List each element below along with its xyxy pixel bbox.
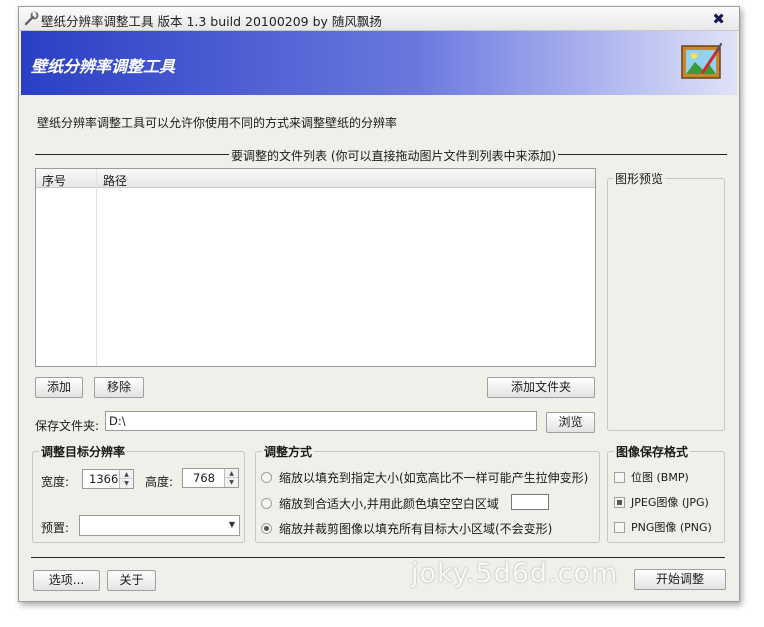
preview-panel <box>607 178 725 431</box>
header-banner: 壁纸分辨率调整工具 <box>21 31 737 95</box>
width-stepper-arrows[interactable]: ▲ ▼ <box>119 470 133 488</box>
remove-button[interactable]: 移除 <box>94 377 144 398</box>
height-stepper[interactable]: 768 ▲ ▼ <box>182 468 239 488</box>
checkbox-jpg[interactable] <box>614 497 625 508</box>
radio-stretch[interactable] <box>261 472 272 483</box>
paint-picture-icon <box>681 42 723 82</box>
banner-title: 壁纸分辨率调整工具 <box>31 57 176 76</box>
save-folder-label: 保存文件夹: <box>35 419 100 433</box>
options-button[interactable]: 选项... <box>33 570 100 591</box>
height-value: 768 <box>193 471 215 485</box>
down-arrow-icon[interactable]: ▼ <box>120 479 133 488</box>
height-stepper-arrows[interactable]: ▲ ▼ <box>224 469 238 487</box>
preset-select[interactable]: ▼ <box>79 515 240 536</box>
add-button[interactable]: 添加 <box>35 377 83 398</box>
file-list[interactable]: 序号 路径 <box>35 168 596 367</box>
add-folder-button[interactable]: 添加文件夹 <box>487 377 595 398</box>
chevron-down-icon[interactable]: ▼ <box>229 520 235 529</box>
radio-crop-label[interactable]: 缩放并裁剪图像以填充所有目标大小区域(不会变形) <box>279 520 552 537</box>
close-icon[interactable]: ✖ <box>712 10 725 28</box>
watermark-text: joky.5d6d.com <box>411 558 619 589</box>
up-arrow-icon[interactable]: ▲ <box>225 469 238 478</box>
browse-button[interactable]: 浏览 <box>546 412 595 433</box>
save-format-label: 图像保存格式 <box>614 443 691 460</box>
description-text: 壁纸分辨率调整工具可以允许你使用不同的方式来调整壁纸的分辨率 <box>37 116 398 130</box>
width-value: 1366 <box>89 472 119 486</box>
about-button[interactable]: 关于 <box>107 570 156 591</box>
fill-color-swatch[interactable] <box>511 494 549 510</box>
footer-divider <box>31 557 725 558</box>
column-header-path[interactable]: 路径 <box>103 172 127 189</box>
preview-label: 图形预览 <box>613 170 666 187</box>
down-arrow-icon[interactable]: ▼ <box>225 478 238 487</box>
radio-stretch-label[interactable]: 缩放以填充到指定大小(如宽高比不一样可能产生拉伸变形) <box>279 469 588 486</box>
file-list-section-label: 要调整的文件列表 (你可以直接拖动图片文件到列表中来添加) <box>229 147 559 164</box>
up-arrow-icon[interactable]: ▲ <box>120 470 133 479</box>
wrench-app-icon <box>23 11 39 27</box>
checkbox-bmp[interactable] <box>614 472 625 483</box>
radio-crop[interactable] <box>261 523 272 534</box>
checkbox-png-label[interactable]: PNG图像 (PNG) <box>631 519 712 535</box>
window-title: 壁纸分辨率调整工具 版本 1.3 build 20100209 by 随风飘扬 <box>41 14 382 29</box>
radio-fit-fill[interactable] <box>261 498 272 509</box>
target-resolution-label: 调整目标分辨率 <box>39 443 128 460</box>
start-button[interactable]: 开始调整 <box>634 569 726 590</box>
column-divider <box>96 169 97 366</box>
checkbox-jpg-label[interactable]: JPEG图像 (JPG) <box>631 494 709 510</box>
checkbox-png[interactable] <box>614 522 625 533</box>
main-window: 壁纸分辨率调整工具 版本 1.3 build 20100209 by 随风飘扬 … <box>18 6 740 602</box>
width-stepper[interactable]: 1366 ▲ ▼ <box>82 469 134 489</box>
column-header-index[interactable]: 序号 <box>42 172 66 189</box>
file-list-header: 序号 路径 <box>36 169 595 188</box>
radio-fit-fill-label[interactable]: 缩放到合适大小,并用此颜色填空空白区域 <box>279 495 499 512</box>
width-label: 宽度: <box>41 475 70 489</box>
save-folder-input[interactable]: D:\ <box>105 411 537 431</box>
title-bar[interactable]: 壁纸分辨率调整工具 版本 1.3 build 20100209 by 随风飘扬 … <box>19 7 739 31</box>
checkbox-bmp-label[interactable]: 位图 (BMP) <box>631 469 689 485</box>
preset-label: 预置: <box>41 521 70 535</box>
height-label: 高度: <box>145 475 174 489</box>
adjust-mode-label: 调整方式 <box>262 443 315 460</box>
